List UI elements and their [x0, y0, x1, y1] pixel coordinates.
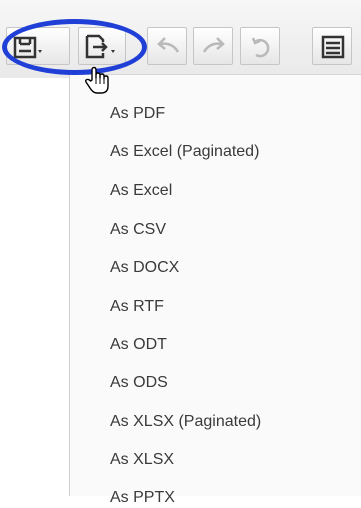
menu-item-as-csv[interactable]: As CSV: [110, 220, 166, 240]
menu-item-as-ods[interactable]: As ODS: [110, 373, 168, 393]
menu-item-as-odt[interactable]: As ODT: [110, 335, 167, 355]
redo-button[interactable]: [193, 27, 233, 65]
undo-icon: [157, 37, 180, 53]
export-icon: [85, 34, 108, 59]
chevron-down-icon: [111, 50, 115, 53]
menu-item-as-rtf[interactable]: As RTF: [110, 297, 164, 317]
menu-item-as-xlsx[interactable]: As XLSX: [110, 450, 174, 470]
chevron-down-icon: [38, 50, 42, 53]
save-icon: [13, 36, 37, 59]
export-menu: As PDF As Excel (Paginated) As Excel As …: [69, 74, 361, 506]
save-button[interactable]: [6, 27, 70, 65]
report-view-button[interactable]: [312, 27, 352, 65]
export-button[interactable]: [78, 27, 126, 65]
menu-item-as-xlsx-paginated[interactable]: As XLSX (Paginated): [110, 412, 261, 432]
hand-cursor-icon: [84, 66, 109, 94]
report-toolbar: [0, 0, 361, 78]
menu-item-as-pptx[interactable]: As PPTX: [110, 488, 175, 508]
undo-button[interactable]: [147, 27, 187, 65]
report-icon: [321, 35, 345, 59]
menu-item-as-excel-paginated[interactable]: As Excel (Paginated): [110, 142, 259, 162]
menu-item-as-excel[interactable]: As Excel: [110, 181, 172, 201]
revert-button[interactable]: [240, 27, 280, 65]
redo-icon: [202, 37, 225, 53]
menu-item-as-docx[interactable]: As DOCX: [110, 258, 179, 278]
menu-item-as-pdf[interactable]: As PDF: [110, 104, 165, 124]
revert-icon: [251, 37, 270, 58]
